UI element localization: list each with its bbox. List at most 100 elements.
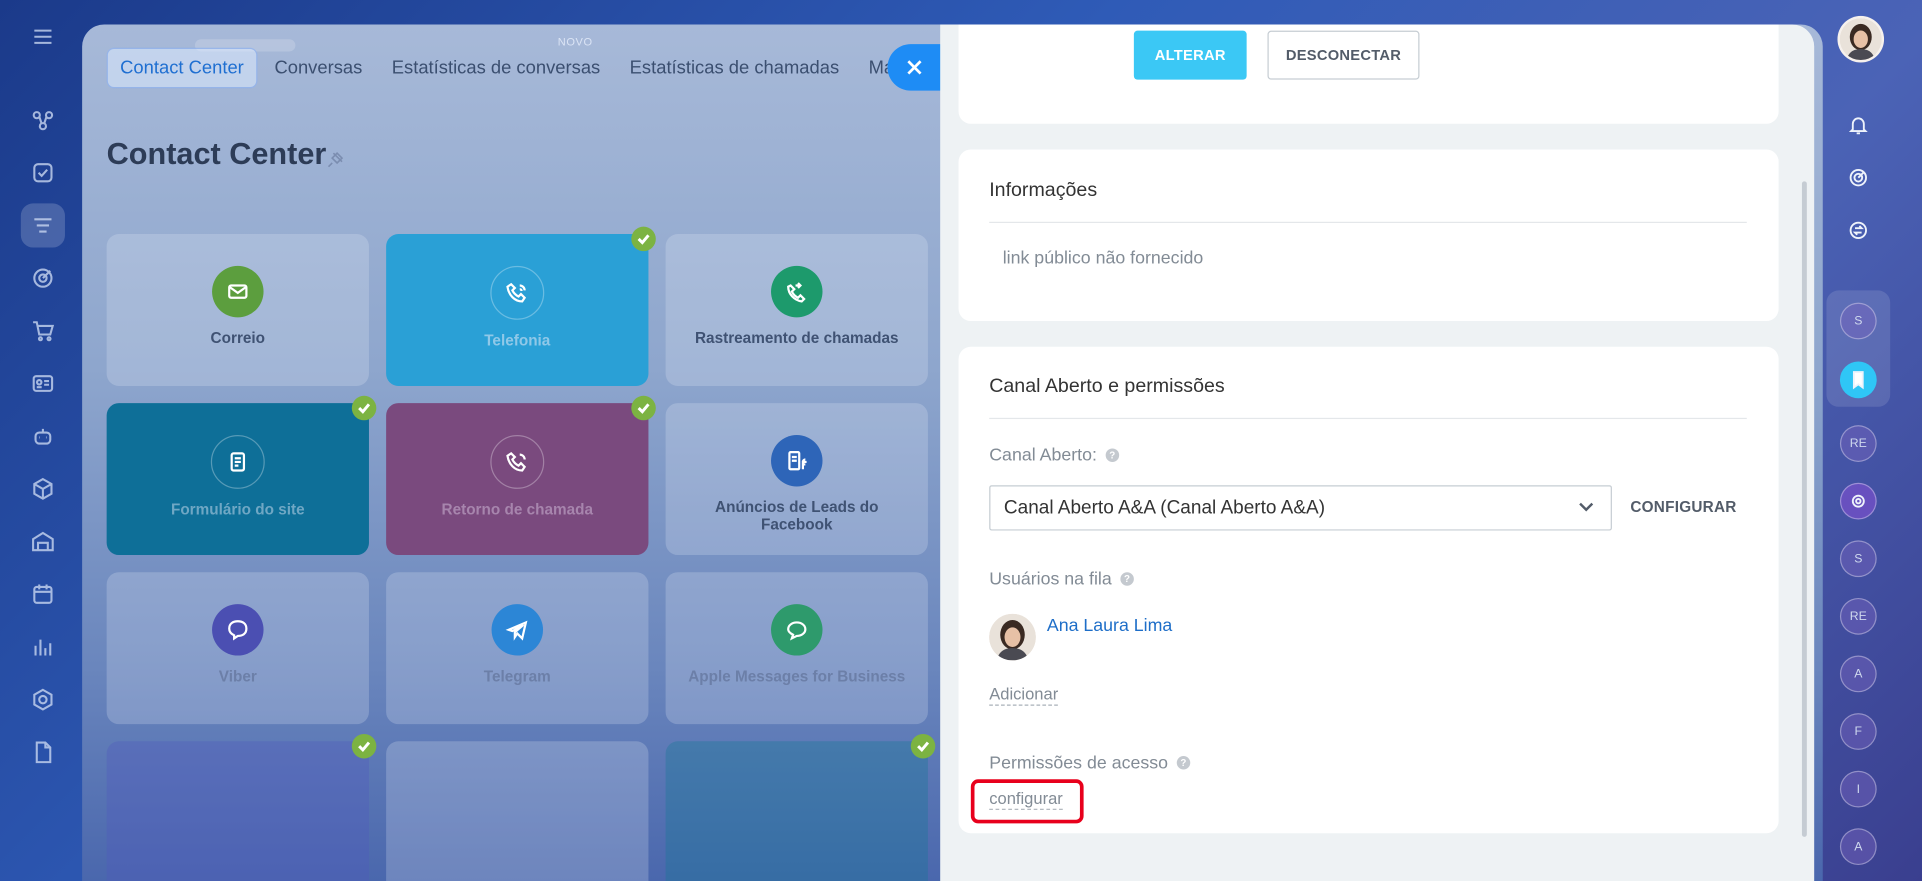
top-tabs: Contact Center Conversas Estatísticas de…: [106, 47, 925, 89]
highlight-annotation: [970, 779, 1084, 824]
page-title: Contact Center: [106, 137, 327, 172]
pin-icon[interactable]: [327, 151, 344, 168]
close-icon: [907, 60, 922, 75]
right-sidebar: S RE S RE A F I A: [1814, 0, 1922, 881]
permissions-card: Canal Aberto e permissões Canal Aberto:?…: [958, 346, 1779, 834]
bell-icon[interactable]: [1840, 107, 1877, 144]
info-card: Informações link público não fornecido: [958, 149, 1779, 322]
new-badge: NOVO: [557, 35, 593, 48]
channel-label-row: Canal Aberto:?: [989, 446, 1120, 466]
callback-icon: [490, 434, 545, 489]
close-slider-button[interactable]: [887, 44, 942, 91]
divider: [989, 417, 1747, 420]
tab-conversas[interactable]: Conversas: [262, 49, 374, 87]
tile-label: Retorno de chamada: [441, 501, 594, 519]
tile-apple-messages[interactable]: Apple Messages for Business: [665, 572, 928, 725]
public-link-text: link público não fornecido: [1002, 248, 1204, 269]
settings-slider-panel: ALTERAR DESCONECTAR Informações link púb…: [940, 24, 1815, 881]
tile-retorno-chamada[interactable]: Retorno de chamada: [386, 395, 656, 556]
chat-avatar[interactable]: S: [1839, 302, 1877, 340]
tile-label: Viber: [218, 667, 257, 685]
chat-avatar[interactable]: F: [1839, 713, 1877, 750]
chat-avatar[interactable]: A: [1839, 655, 1877, 693]
adicionar-link[interactable]: Adicionar: [989, 685, 1059, 706]
document-settings-icon[interactable]: [21, 730, 65, 774]
user-avatar[interactable]: [1837, 15, 1885, 63]
queue-label: Usuários na fila: [989, 569, 1112, 590]
analytics-icon[interactable]: [21, 625, 65, 669]
crm-flow-icon[interactable]: [21, 98, 65, 142]
desconectar-button[interactable]: DESCONECTAR: [1267, 30, 1420, 80]
menu-icon[interactable]: [21, 15, 65, 59]
tile-viber[interactable]: Viber: [106, 572, 369, 725]
tile-row4-1[interactable]: [106, 733, 377, 881]
tile-label: Anúncios de Leads do Facebook: [715, 498, 879, 534]
call-tracking-icon: [771, 265, 823, 318]
screen-root: NOVO Contact Center Conversas Estatístic…: [0, 0, 1922, 881]
chat-avatar[interactable]: RE: [1839, 597, 1877, 635]
configurar-channel-button[interactable]: CONFIGURAR: [1630, 499, 1736, 516]
contacts-card-icon[interactable]: [21, 361, 65, 405]
target-goal-icon[interactable]: [1840, 159, 1877, 196]
access-label-row: Permissões de acesso?: [989, 753, 1191, 774]
phone-icon: [490, 265, 545, 320]
robot-icon[interactable]: [21, 414, 65, 458]
tile-row4-2[interactable]: [386, 741, 649, 881]
avatar[interactable]: [989, 613, 1036, 661]
permissions-title: Canal Aberto e permissões: [989, 376, 1225, 397]
chat-bubble-icon: [771, 604, 823, 656]
tile-label: Rastreamento de chamadas: [694, 329, 899, 347]
connected-check-icon: [351, 395, 377, 421]
scrollbar[interactable]: [1801, 181, 1807, 837]
sync-chat-icon[interactable]: [1840, 212, 1877, 249]
connected-check-icon: [351, 733, 377, 759]
help-icon[interactable]: ?: [1176, 756, 1191, 770]
tile-formulario-site[interactable]: Formulário do site: [106, 395, 377, 556]
connected-check-icon: [631, 395, 656, 421]
tile-anuncios-leads-facebook[interactable]: Anúncios de Leads do Facebook: [665, 403, 928, 556]
left-navigation: [0, 0, 82, 881]
access-label: Permissões de acesso: [989, 753, 1169, 774]
tile-rastreamento-chamadas[interactable]: Rastreamento de chamadas: [665, 234, 928, 386]
help-icon[interactable]: ?: [1105, 448, 1120, 462]
chat-avatar[interactable]: S: [1839, 540, 1877, 578]
tile-telefonia[interactable]: Telefonia: [386, 226, 656, 386]
queue-user-link[interactable]: Ana Laura Lima: [1047, 616, 1172, 636]
box-icon[interactable]: [21, 467, 65, 511]
hexagon-icon[interactable]: [21, 678, 65, 722]
chat-avatar[interactable]: A: [1839, 828, 1877, 866]
tile-row4-3[interactable]: [665, 733, 936, 881]
connected-check-icon: [631, 226, 656, 252]
calendar-icon[interactable]: [21, 572, 65, 616]
chat-avatar[interactable]: I: [1839, 770, 1877, 808]
form-icon: [210, 434, 265, 489]
tab-contact-center[interactable]: Contact Center: [106, 47, 258, 89]
alterar-button[interactable]: ALTERAR: [1133, 30, 1247, 80]
warehouse-icon[interactable]: [21, 520, 65, 564]
chat-avatar[interactable]: RE: [1839, 425, 1877, 462]
open-channel-select[interactable]: Canal Aberto A&A (Canal Aberto A&A): [989, 485, 1612, 531]
bookmark-icon[interactable]: [1839, 361, 1877, 399]
tab-estatisticas-chamadas[interactable]: Estatísticas de chamadas: [617, 49, 851, 87]
contact-center-nav-icon[interactable]: [20, 203, 65, 248]
tile-telegram[interactable]: Telegram: [386, 572, 649, 725]
queue-label-row: Usuários na fila?: [989, 569, 1134, 590]
channel-label: Canal Aberto:: [989, 446, 1097, 466]
target-icon[interactable]: [21, 256, 65, 300]
channel-avatar-icon[interactable]: [1839, 482, 1877, 520]
open-channel-value: Canal Aberto A&A (Canal Aberto A&A): [1003, 496, 1326, 518]
tile-label: Telegram: [483, 667, 551, 685]
tile-label: Telefonia: [484, 332, 551, 350]
help-icon[interactable]: ?: [1120, 572, 1134, 586]
tile-correio[interactable]: Correio: [106, 234, 369, 386]
chevron-down-icon: [1579, 502, 1594, 512]
facebook-leads-icon: [771, 434, 823, 487]
viber-icon: [212, 604, 264, 656]
connected-check-icon: [910, 733, 936, 759]
tab-estatisticas-conversas[interactable]: Estatísticas de conversas: [380, 49, 613, 87]
cart-icon[interactable]: [21, 309, 65, 353]
info-title: Informações: [989, 180, 1098, 201]
tile-label: Correio: [210, 329, 266, 347]
connection-card: ALTERAR DESCONECTAR: [958, 24, 1779, 124]
tasks-icon[interactable]: [21, 151, 65, 195]
